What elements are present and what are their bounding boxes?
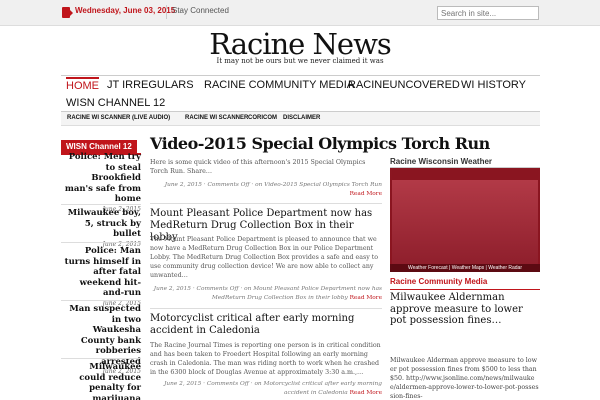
divider: [61, 358, 141, 359]
read-more-link[interactable]: Read More: [350, 191, 382, 197]
subnav-item-coricom[interactable]: CORICOM: [248, 115, 277, 121]
community-media-excerpt: Milwaukee Alderman approve measure to lo…: [390, 357, 539, 400]
weather-links[interactable]: Weather Forecast | Weather Maps | Weathe…: [390, 264, 540, 272]
sidebar-post-title[interactable]: Police: Men try to steal Brookfield man'…: [61, 152, 141, 205]
nav-item-wisn-channel-12[interactable]: WISN CHANNEL 12: [66, 97, 165, 109]
read-more-link[interactable]: Read More: [350, 295, 382, 301]
divider: [150, 203, 382, 204]
sidebar-post-title[interactable]: Police: Man turns himself in after fatal…: [61, 246, 141, 299]
weather-widget[interactable]: Weather Forecast | Weather Maps | Weathe…: [390, 168, 540, 272]
current-date: Wednesday, June 03, 2015: [75, 6, 176, 15]
divider: [61, 242, 141, 243]
post-meta: June 2, 2015 · Comments Off · on Video-2…: [150, 181, 382, 198]
subnav-item-scanner[interactable]: RACINE WI SCANNER: [185, 115, 248, 121]
divider: [166, 5, 167, 19]
left-sidebar: WISN Channel 12 Police: Men try to steal…: [61, 134, 141, 400]
weather-map[interactable]: [392, 180, 538, 264]
post-excerpt: The Mount Pleasant Police Department is …: [150, 236, 379, 279]
nav-item-wi-history[interactable]: WI HISTORY: [461, 79, 526, 91]
divider: [61, 300, 141, 301]
nav-item-racineuncovered[interactable]: RACINEUNCOVERED: [348, 79, 460, 91]
divider: [150, 308, 382, 309]
read-more-link[interactable]: Read More: [350, 390, 382, 396]
featured-headline[interactable]: Video-2015 Special Olympics Torch Run: [150, 134, 490, 153]
post-meta: June 2, 2015 · Comments Off · on Mount P…: [150, 285, 382, 302]
sidebar-post-title[interactable]: Milwaukee boy, 5, struck by bullet: [61, 208, 141, 240]
top-bar: Wednesday, June 03, 2015 Stay Connected: [0, 0, 600, 26]
search-input[interactable]: [437, 6, 539, 20]
site-tagline: It may not be ours but we never claimed …: [216, 57, 384, 65]
post-title[interactable]: Motorcyclist critical after early mornin…: [150, 313, 382, 337]
community-media-headline[interactable]: Milwaukee Aldernman approve measure to l…: [390, 292, 540, 327]
divider: [61, 204, 141, 205]
post-excerpt: The Racine Journal Times is reporting on…: [150, 342, 381, 376]
sidebar-post-title[interactable]: Milwaukee could reduce penalty for marij…: [61, 362, 141, 400]
post-excerpt: Here is some quick video of this afterno…: [150, 159, 366, 175]
site-title[interactable]: Racine News: [0, 27, 600, 61]
subnav-item-disclaimer[interactable]: DISCLAIMER: [283, 115, 320, 121]
post-meta: June 2, 2015 · Comments Off · on Motorcy…: [150, 380, 382, 397]
calendar-icon: [62, 7, 73, 18]
sidebar-post[interactable]: Milwaukee could reduce penalty for marij…: [61, 362, 141, 400]
sub-nav: RACINE WI SCANNER (LIVE AUDIO) RACINE WI…: [61, 112, 540, 126]
subnav-item-scanner-live[interactable]: RACINE WI SCANNER (LIVE AUDIO): [67, 115, 170, 121]
community-media-title[interactable]: Racine Community Media: [390, 277, 487, 286]
nav-item-home[interactable]: HOME: [66, 77, 99, 92]
main-nav: HOME JT IRREGULARS RACINE COMMUNITY MEDI…: [61, 75, 540, 111]
weather-widget-title: Racine Wisconsin Weather: [390, 157, 493, 166]
nav-item-jt-irregulars[interactable]: JT IRREGULARS: [107, 79, 194, 91]
post-meta-text: June 2, 2015 · Comments Off · on Mount P…: [153, 286, 382, 301]
nav-item-racine-community-media[interactable]: RACINE COMMUNITY MEDIA: [204, 79, 354, 91]
sidebar-post[interactable]: Police: Man turns himself in after fatal…: [61, 246, 141, 307]
post-meta-text: June 2, 2015 · Comments Off · on Video-2…: [164, 182, 382, 188]
widget-rule: [390, 289, 540, 290]
stay-connected-link[interactable]: Stay Connected: [172, 6, 229, 15]
